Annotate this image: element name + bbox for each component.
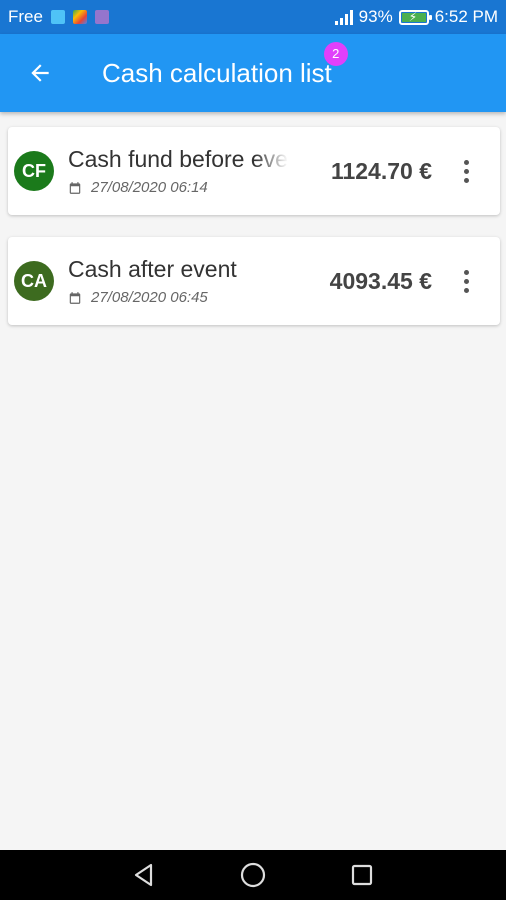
clock: 6:52 PM xyxy=(434,7,498,26)
cash-calculation-list: CF Cash fund before event 27/08/2020 06:… xyxy=(8,127,500,347)
list-item-date: 27/08/2020 06:14 xyxy=(91,179,208,196)
page-title: Cash calculation list xyxy=(102,57,332,88)
title-wrap: Cash calculation list 2 xyxy=(102,41,348,89)
calendar-icon xyxy=(69,291,81,304)
signal-icon xyxy=(334,9,353,25)
more-vert-icon xyxy=(463,269,469,275)
status-right: 93% ⚡ 6:52 PM xyxy=(334,7,498,27)
nav-recents-button[interactable] xyxy=(342,855,382,895)
status-left: Free xyxy=(8,7,109,27)
arrow-back-icon xyxy=(31,64,49,82)
battery-percent: 93% xyxy=(358,7,393,26)
home-circle-icon xyxy=(240,862,266,888)
back-triangle-icon xyxy=(135,863,153,887)
more-options-button[interactable] xyxy=(454,151,478,191)
list-item-title: Cash after event xyxy=(68,256,237,282)
nav-back-button[interactable] xyxy=(124,855,164,895)
count-badge: 2 xyxy=(323,41,348,66)
recents-square-icon xyxy=(351,864,372,886)
list-item-date-row: 27/08/2020 06:14 xyxy=(68,179,288,196)
app-icon xyxy=(94,10,109,24)
list-item[interactable]: CA Cash after event 27/08/2020 06:45 409… xyxy=(8,237,500,325)
avatar: CF xyxy=(14,151,54,191)
nav-home-button[interactable] xyxy=(233,855,273,895)
list-item-date: 27/08/2020 06:45 xyxy=(91,289,208,306)
avatar: CA xyxy=(14,261,54,301)
list-item-text: Cash fund before event 27/08/2020 06:14 xyxy=(68,146,288,196)
more-options-button[interactable] xyxy=(454,261,478,301)
more-vert-icon xyxy=(463,159,469,165)
list-item-amount: 1124.70 € xyxy=(330,157,432,184)
system-nav-bar xyxy=(0,850,506,900)
carrier-label: Free xyxy=(8,7,43,26)
back-button[interactable] xyxy=(12,45,68,101)
list-item-text: Cash after event 27/08/2020 06:45 xyxy=(68,256,288,306)
list-item-date-row: 27/08/2020 06:45 xyxy=(68,289,288,306)
sim-icon xyxy=(50,10,65,24)
play-store-icon xyxy=(72,10,87,24)
app-bar: Cash calculation list 2 xyxy=(0,34,506,112)
status-bar: Free 93% ⚡ 6:52 PM xyxy=(0,0,506,34)
calendar-icon xyxy=(69,181,81,194)
list-item-title: Cash fund before event xyxy=(68,146,288,172)
list-item-amount: 4093.45 € xyxy=(329,267,432,294)
battery-charging-icon: ⚡ xyxy=(398,9,432,25)
list-item[interactable]: CF Cash fund before event 27/08/2020 06:… xyxy=(8,127,500,215)
